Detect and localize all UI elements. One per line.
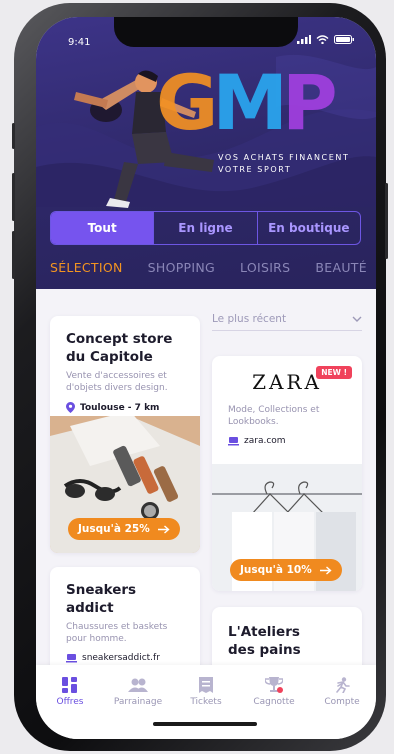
app-screen: 9:41 G M P VOS ACHATS FINANCENT VOTRE SP…	[36, 17, 376, 739]
offer-cta-label: Jusqu'à 10%	[240, 564, 312, 576]
offer-title-line-2: du Capitole	[66, 349, 153, 365]
offer-website-text: sneakersaddict.fr	[82, 653, 160, 663]
offers-list: Le plus récent Concept store du Capitole…	[36, 289, 376, 677]
offer-location: Toulouse - 7 km	[66, 402, 184, 413]
category-tabs: SÉLECTION SHOPPING LOISIRS BEAUTÉ	[50, 260, 367, 275]
tagline-line-1: VOS ACHATS FINANCENT	[218, 153, 350, 162]
power-button	[385, 183, 388, 259]
channel-filter: Tout En ligne En boutique	[50, 211, 361, 245]
nav-label: Parrainage	[113, 697, 163, 707]
tab-selection[interactable]: SÉLECTION	[50, 260, 123, 275]
logo-letter-p: P	[282, 58, 338, 147]
tab-loisirs[interactable]: LOISIRS	[240, 260, 290, 275]
offer-desc-line-2: pour homme.	[66, 634, 127, 644]
offer-title-line-1: Sneakers	[66, 582, 137, 598]
wifi-icon	[316, 35, 329, 44]
tab-beaute[interactable]: BEAUTÉ	[315, 260, 367, 275]
nav-parrainage[interactable]: Parrainage	[108, 677, 168, 739]
hero-banner: 9:41 G M P VOS ACHATS FINANCENT VOTRE SP…	[36, 17, 376, 307]
logo-letter-g: G	[156, 58, 218, 147]
offers-grid-icon	[62, 677, 77, 693]
ticket-icon	[199, 677, 213, 693]
nav-label: Tickets	[190, 697, 222, 707]
nav-label: Cagnotte	[253, 697, 295, 707]
offer-description: Mode, Collections et Lookbooks.	[228, 404, 346, 428]
filter-en-boutique[interactable]: En boutique	[258, 212, 360, 244]
offer-desc-line-1: Mode, Collections et	[228, 405, 320, 415]
offer-title-line-1: L'Ateliers	[228, 624, 300, 640]
users-icon	[128, 678, 148, 692]
nav-tickets[interactable]: Tickets	[176, 677, 236, 739]
tab-shopping[interactable]: SHOPPING	[148, 260, 215, 275]
mute-switch	[12, 123, 15, 149]
offer-title-line-2: des pains	[228, 642, 301, 658]
tagline-line-2: VOTRE SPORT	[218, 165, 292, 174]
offer-desc-line-1: Chaussures et baskets	[66, 622, 168, 632]
offer-description: Vente d'accessoires et d'objets divers d…	[66, 370, 184, 394]
location-pin-icon	[66, 402, 75, 413]
offer-website: sneakersaddict.fr	[66, 653, 184, 663]
offer-location-text: Toulouse - 7 km	[80, 402, 160, 413]
offer-desc-line-1: Vente d'accessoires et	[66, 371, 167, 381]
running-person-icon	[336, 677, 350, 693]
offer-cta-label: Jusqu'à 25%	[78, 523, 150, 535]
laptop-icon	[228, 436, 239, 445]
offer-cta-button[interactable]: Jusqu'à 25%	[68, 518, 180, 540]
logo-letter-m: M	[212, 58, 288, 147]
offer-card-zara[interactable]: NEW ! ZARA Mode, Collections et Lookbook…	[212, 356, 362, 591]
battery-icon	[334, 35, 354, 44]
offer-card-concept-store[interactable]: Concept store du Capitole Vente d'access…	[50, 316, 200, 553]
offer-website: zara.com	[228, 436, 346, 446]
phone-notch	[114, 17, 298, 47]
nav-label: Offres	[56, 697, 84, 707]
status-time: 9:41	[68, 37, 91, 48]
nav-cagnotte[interactable]: Cagnotte	[244, 677, 304, 739]
offer-title-line-2: addict	[66, 600, 114, 616]
nav-offres[interactable]: Offres	[40, 677, 100, 739]
offer-desc-line-2: d'objets divers design.	[66, 383, 168, 393]
offer-cta-button[interactable]: Jusqu'à 10%	[230, 559, 342, 581]
offer-website-text: zara.com	[244, 436, 286, 446]
filter-en-ligne[interactable]: En ligne	[154, 212, 258, 244]
trophy-icon	[265, 677, 283, 693]
laptop-icon	[66, 653, 77, 662]
home-indicator	[153, 722, 257, 726]
new-badge: NEW !	[316, 366, 352, 379]
arrow-right-icon	[320, 565, 332, 575]
chevron-down-icon	[352, 316, 362, 322]
volume-down-button	[12, 231, 15, 279]
nav-compte[interactable]: Compte	[312, 677, 372, 739]
signal-icon	[297, 35, 311, 44]
offer-card-sneakers-addict[interactable]: Sneakers addict Chaussures et baskets po…	[50, 567, 200, 677]
nav-label: Compte	[324, 697, 360, 707]
hero-tagline: VOS ACHATS FINANCENT VOTRE SPORT	[218, 152, 349, 176]
bottom-navigation: Offres Parrainage Tickets Cagnotte Compt…	[36, 665, 376, 739]
offer-desc-line-2: Lookbooks.	[228, 417, 279, 427]
volume-up-button	[12, 173, 15, 221]
sort-label: Le plus récent	[212, 312, 287, 325]
gmp-logo: G M P	[156, 58, 338, 147]
status-icons	[297, 35, 354, 44]
offer-description: Chaussures et baskets pour homme.	[66, 621, 184, 645]
filter-tout[interactable]: Tout	[51, 212, 155, 244]
arrow-right-icon	[158, 524, 170, 534]
offer-title-line-1: Concept store	[66, 331, 173, 347]
sort-dropdown[interactable]: Le plus récent	[212, 307, 362, 331]
